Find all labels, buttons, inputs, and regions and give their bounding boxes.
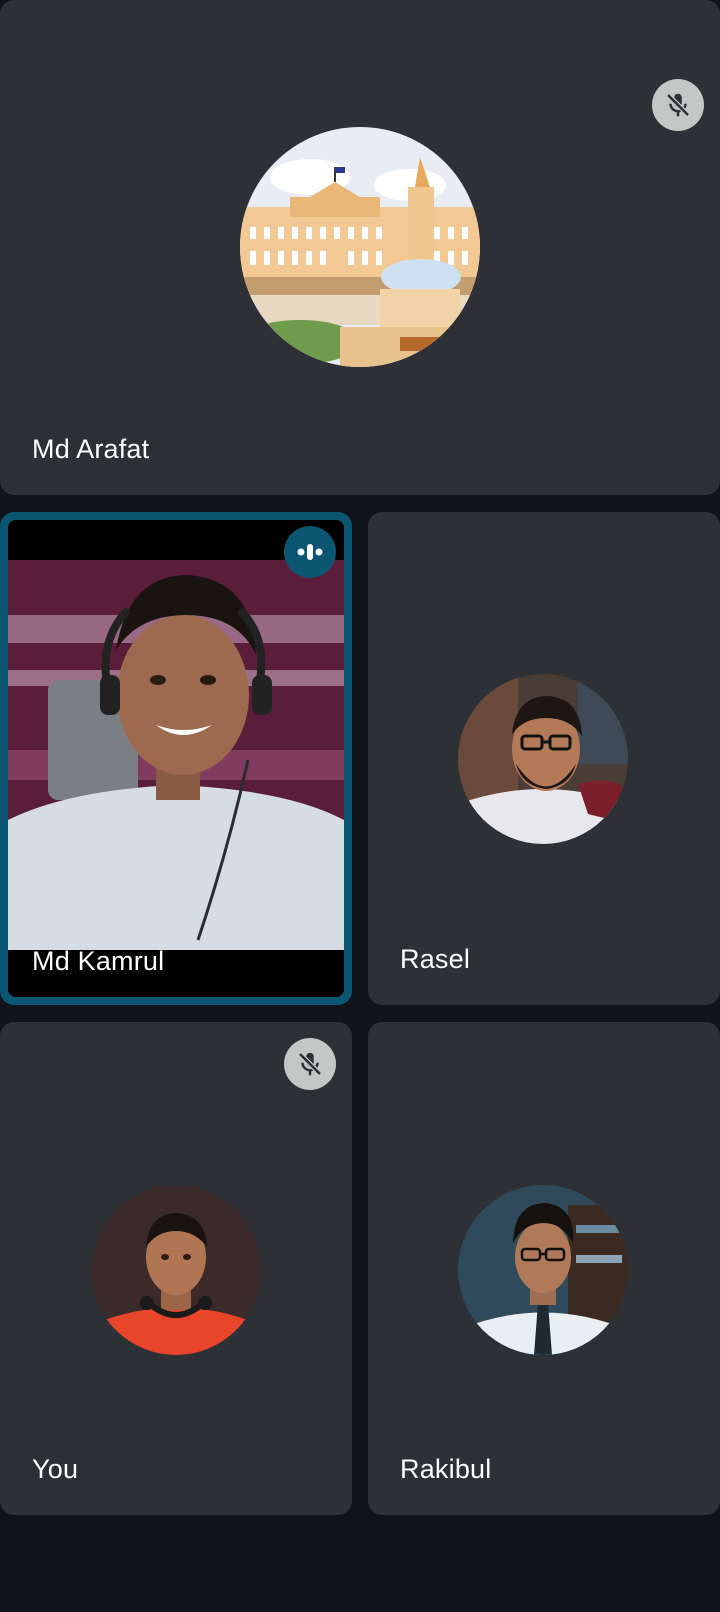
participant-name: Md Kamrul (32, 946, 165, 976)
participant-name: You (32, 1454, 79, 1484)
camera-video-feed (8, 520, 344, 997)
speaking-indicator-icon (284, 526, 336, 578)
profile-photo-avatar (91, 1185, 261, 1355)
mic-muted-icon (284, 1038, 336, 1090)
profile-photo-avatar (458, 1185, 628, 1355)
participant-tile-md-kamrul[interactable]: Md Kamrul (0, 512, 352, 1005)
participant-tile-rasel[interactable]: Rasel (368, 512, 720, 1005)
participant-name: Rasel (400, 944, 471, 974)
palace-illustration-avatar (240, 127, 480, 367)
profile-photo-avatar (458, 674, 628, 844)
participant-name: Md Arafat (32, 434, 150, 464)
mic-muted-icon (652, 79, 704, 131)
participant-name: Rakibul (400, 1454, 492, 1484)
participant-tile-md-arafat[interactable]: Md Arafat (0, 0, 720, 495)
participant-tile-rakibul[interactable]: Rakibul (368, 1022, 720, 1515)
participant-tile-you[interactable]: You (0, 1022, 352, 1515)
